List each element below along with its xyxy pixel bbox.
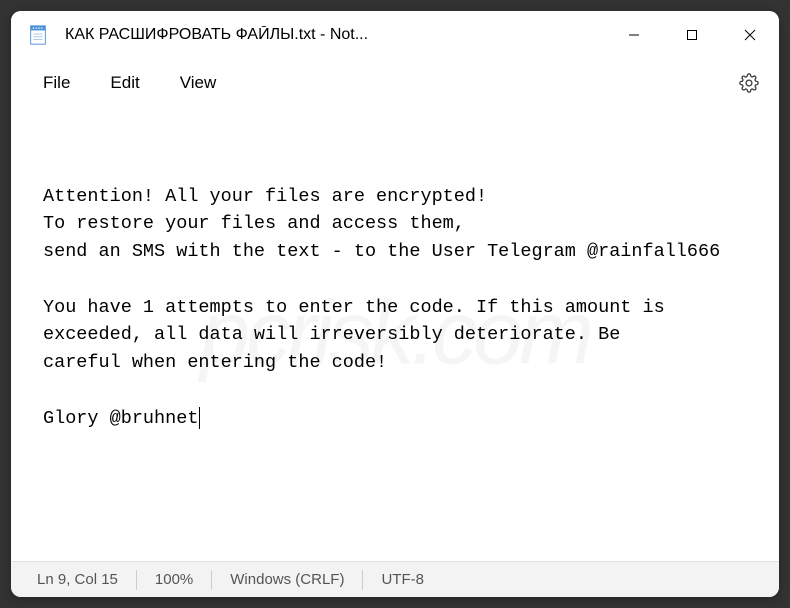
notepad-icon [27, 24, 49, 46]
text-line: send an SMS with the text - to the User … [43, 241, 720, 262]
menubar: File Edit View [11, 59, 779, 107]
text-line: careful when entering the code! [43, 352, 387, 373]
minimize-button[interactable] [605, 11, 663, 59]
text-editor-area[interactable]: pcrisk.com Attention! All your files are… [11, 107, 779, 561]
menu-edit[interactable]: Edit [90, 65, 159, 101]
menu-view[interactable]: View [160, 65, 237, 101]
statusbar: Ln 9, Col 15 100% Windows (CRLF) UTF-8 [11, 561, 779, 597]
close-button[interactable] [721, 11, 779, 59]
settings-button[interactable] [731, 65, 767, 101]
status-position[interactable]: Ln 9, Col 15 [19, 568, 136, 592]
notepad-window: КАК РАСШИФРОВАТЬ ФАЙЛЫ.txt - Not... File… [11, 11, 779, 597]
text-line: You have 1 attempts to enter the code. I… [43, 297, 676, 346]
text-line: Glory @bruhnet [43, 408, 200, 429]
window-controls [605, 11, 779, 59]
gear-icon [739, 73, 759, 93]
status-encoding[interactable]: UTF-8 [363, 568, 442, 592]
text-line: To restore your files and access them, [43, 213, 465, 234]
window-title: КАК РАСШИФРОВАТЬ ФАЙЛЫ.txt - Not... [65, 26, 605, 44]
status-lineending[interactable]: Windows (CRLF) [212, 568, 362, 592]
maximize-button[interactable] [663, 11, 721, 59]
text-line: Attention! All your files are encrypted! [43, 186, 487, 207]
status-zoom[interactable]: 100% [137, 568, 211, 592]
menu-file[interactable]: File [23, 65, 90, 101]
titlebar: КАК РАСШИФРОВАТЬ ФАЙЛЫ.txt - Not... [11, 11, 779, 59]
